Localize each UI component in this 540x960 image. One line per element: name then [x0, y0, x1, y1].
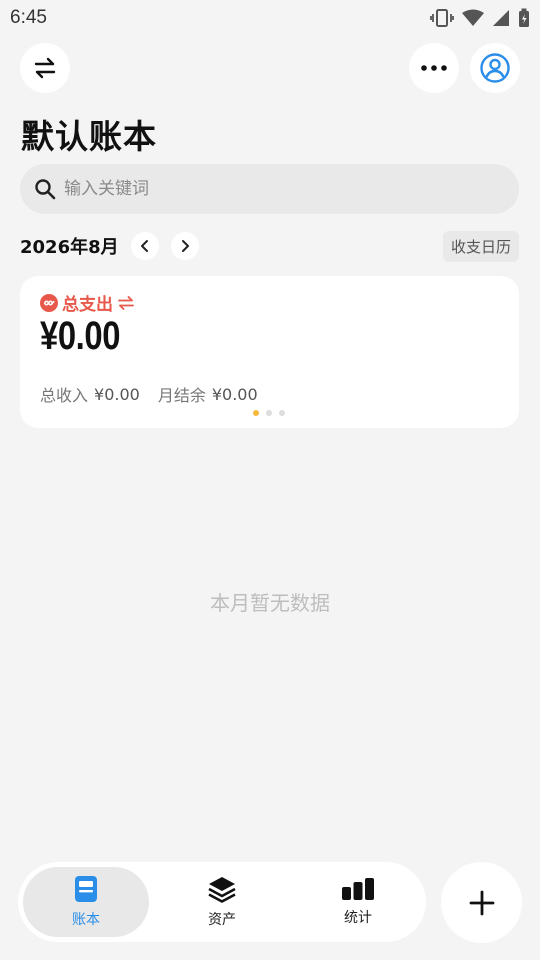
nav-item-ledger[interactable]: 账本	[23, 867, 149, 937]
search-icon	[35, 179, 56, 200]
swap-icon	[118, 295, 134, 310]
summary-card[interactable]: 总支出 ¥0.00 总收入 ¥0.00 月结余 ¥0.00	[20, 276, 519, 428]
prev-month-button[interactable]	[130, 232, 159, 260]
bar-chart-icon	[342, 878, 374, 900]
signal-icon	[493, 10, 509, 26]
layers-icon	[208, 877, 236, 903]
total-amount: ¥0.00	[40, 314, 121, 358]
chevron-right-icon	[181, 240, 189, 252]
calendar-button[interactable]: 收支日历	[442, 230, 519, 262]
battery-icon	[519, 8, 529, 27]
ledger-icon	[75, 876, 97, 902]
chevron-left-icon	[140, 240, 148, 252]
summary-type-toggle[interactable]: 总支出	[40, 290, 134, 315]
page-dot	[279, 410, 285, 416]
month-selector: 2026年8月 收支日历	[20, 230, 519, 262]
month-label[interactable]: 2026年8月	[20, 233, 119, 259]
nav-label: 资产	[208, 912, 236, 928]
expense-icon	[40, 293, 58, 312]
more-icon	[421, 65, 447, 71]
user-icon	[480, 53, 510, 83]
nav-label: 账本	[72, 912, 100, 928]
search-input[interactable]	[64, 179, 484, 199]
balance-label: 月结余	[157, 386, 206, 405]
next-month-button[interactable]	[170, 232, 199, 260]
status-bar: 6:45	[0, 0, 540, 36]
vibrate-icon	[430, 9, 454, 27]
status-time: 6:45	[10, 7, 47, 28]
empty-state-message: 本月暂无数据	[210, 591, 330, 615]
plus-icon	[469, 890, 494, 915]
nav-item-assets[interactable]: 资产	[159, 867, 285, 937]
income-value: ¥0.00	[94, 384, 140, 404]
status-icons	[430, 8, 530, 28]
bottom-nav: 账本 资产 统计	[18, 862, 426, 942]
profile-button[interactable]	[470, 43, 520, 93]
nav-item-stats[interactable]: 统计	[295, 867, 421, 937]
page-dot	[266, 410, 272, 416]
summary-footer: 总收入 ¥0.00 月结余 ¥0.00	[40, 382, 258, 406]
add-record-button[interactable]	[441, 862, 522, 943]
wifi-icon	[462, 9, 484, 26]
more-button[interactable]	[409, 43, 459, 93]
income-label: 总收入	[40, 386, 89, 405]
swap-icon	[34, 57, 56, 79]
switch-ledger-button[interactable]	[20, 43, 70, 93]
page-title: 默认账本	[21, 117, 157, 156]
summary-label: 总支出	[62, 295, 113, 315]
balance-value: ¥0.00	[211, 384, 258, 404]
nav-label: 统计	[344, 910, 372, 926]
search-bar[interactable]	[20, 164, 519, 214]
page-dot	[253, 410, 259, 416]
page-indicator	[253, 410, 285, 416]
